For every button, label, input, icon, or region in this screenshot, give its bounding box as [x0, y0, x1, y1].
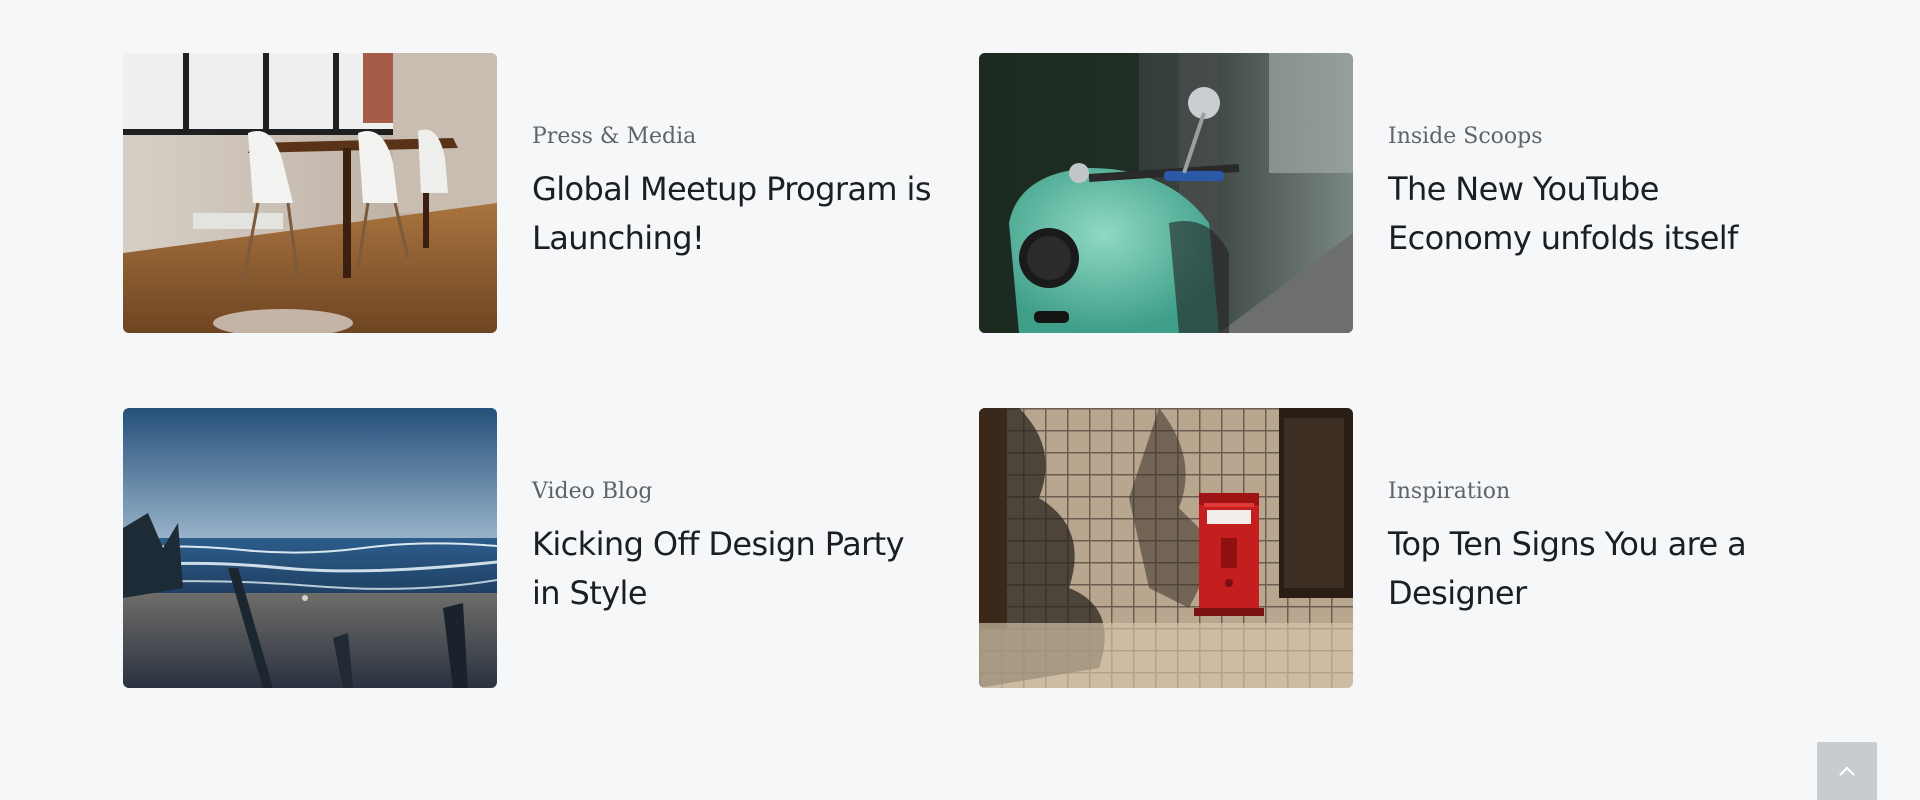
- beach-image: [123, 408, 497, 688]
- post-category-link[interactable]: Press & Media: [532, 123, 932, 151]
- post-title-link[interactable]: Top Ten Signs You are a Designer: [1388, 520, 1788, 618]
- post-card: Inside Scoops The New YouTube Economy un…: [979, 53, 1799, 333]
- back-to-top-button[interactable]: [1817, 742, 1877, 800]
- post-meta: Video Blog Kicking Off Design Party in S…: [532, 478, 932, 618]
- post-thumbnail-mailbox[interactable]: [979, 408, 1353, 688]
- post-thumbnail-beach[interactable]: [123, 408, 497, 688]
- post-meta: Inside Scoops The New YouTube Economy un…: [1388, 123, 1788, 263]
- dining-room-image: [123, 53, 497, 333]
- post-title-link[interactable]: Kicking Off Design Party in Style: [532, 520, 932, 618]
- post-card: Press & Media Global Meetup Program is L…: [123, 53, 943, 333]
- post-thumbnail-dining-room[interactable]: [123, 53, 497, 333]
- post-title-link[interactable]: The New YouTube Economy unfolds itself: [1388, 165, 1788, 263]
- post-meta: Press & Media Global Meetup Program is L…: [532, 123, 932, 263]
- post-title-link[interactable]: Global Meetup Program is Launching!: [532, 165, 932, 263]
- chevron-up-icon: [1839, 766, 1855, 776]
- post-card: Video Blog Kicking Off Design Party in S…: [123, 408, 943, 688]
- scooter-image: [979, 53, 1353, 333]
- post-category-link[interactable]: Inside Scoops: [1388, 123, 1788, 151]
- post-meta: Inspiration Top Ten Signs You are a Desi…: [1388, 478, 1788, 618]
- post-category-link[interactable]: Inspiration: [1388, 478, 1788, 506]
- post-thumbnail-scooter[interactable]: [979, 53, 1353, 333]
- post-card: Inspiration Top Ten Signs You are a Desi…: [979, 408, 1799, 688]
- post-category-link[interactable]: Video Blog: [532, 478, 932, 506]
- mailbox-wall-image: [979, 408, 1353, 688]
